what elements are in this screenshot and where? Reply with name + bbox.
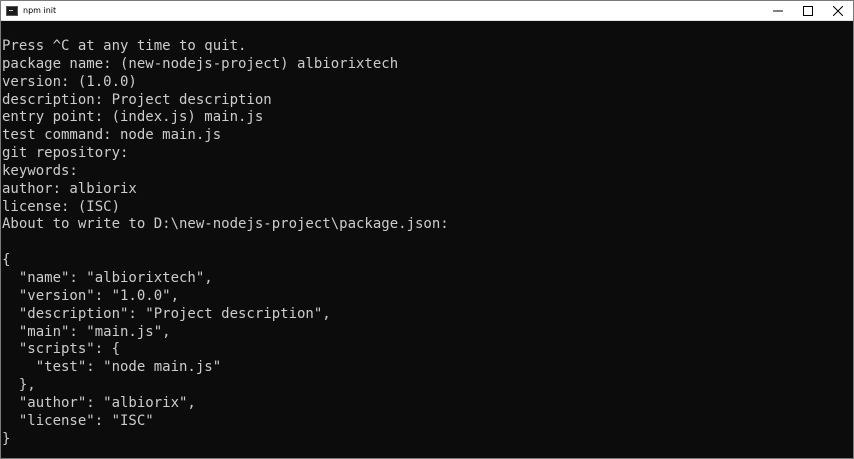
console-line: test command: node main.js — [2, 127, 222, 144]
console-line: { — [2, 252, 11, 269]
console-line: version: (1.0.0) — [2, 73, 137, 90]
console-line: Press ^C at any time to quit. — [2, 38, 247, 54]
console-line: "version": "1.0.0", — [2, 287, 180, 304]
window-title: npm init — [23, 6, 57, 15]
caption-buttons — [763, 1, 853, 20]
console-output[interactable]: Press ^C at any time to quit. package na… — [1, 38, 839, 458]
console-line: entry point: (index.js) main.js — [2, 109, 264, 126]
console-window: npm init Press ^C at any time to quit. p… — [0, 0, 854, 459]
console-line: }, — [2, 377, 36, 394]
console-line: "author": "albiorix", — [2, 394, 196, 411]
console-line: keywords: — [2, 162, 78, 179]
console-line: "name": "albiorixtech", — [2, 269, 213, 286]
console-line: package name: (new-nodejs-project) albio… — [2, 55, 399, 72]
vertical-scrollbar[interactable] — [838, 21, 853, 458]
maximize-icon — [803, 5, 813, 16]
console-app-icon[interactable] — [6, 5, 18, 16]
console-line: license: (ISC) — [2, 198, 121, 215]
console-line: "scripts": { — [2, 341, 121, 358]
minimize-button[interactable] — [763, 1, 793, 20]
console-line: "test": "node main.js" — [2, 359, 222, 376]
console-line: } — [2, 430, 11, 447]
close-button[interactable] — [823, 1, 853, 20]
maximize-button[interactable] — [793, 1, 823, 20]
console-line: git repository: — [2, 145, 129, 162]
console-line: "main": "main.js", — [2, 323, 171, 340]
console-line: author: albiorix — [2, 180, 137, 197]
console-line: description: Project description — [2, 91, 272, 108]
console-line: "description": "Project description", — [2, 305, 331, 322]
console-line: "license": "ISC" — [2, 412, 154, 429]
close-icon — [833, 5, 843, 16]
minimize-icon — [773, 10, 783, 11]
console-line: About to write to D:\new-nodejs-project\… — [2, 216, 449, 233]
title-bar[interactable]: npm init — [1, 1, 853, 21]
